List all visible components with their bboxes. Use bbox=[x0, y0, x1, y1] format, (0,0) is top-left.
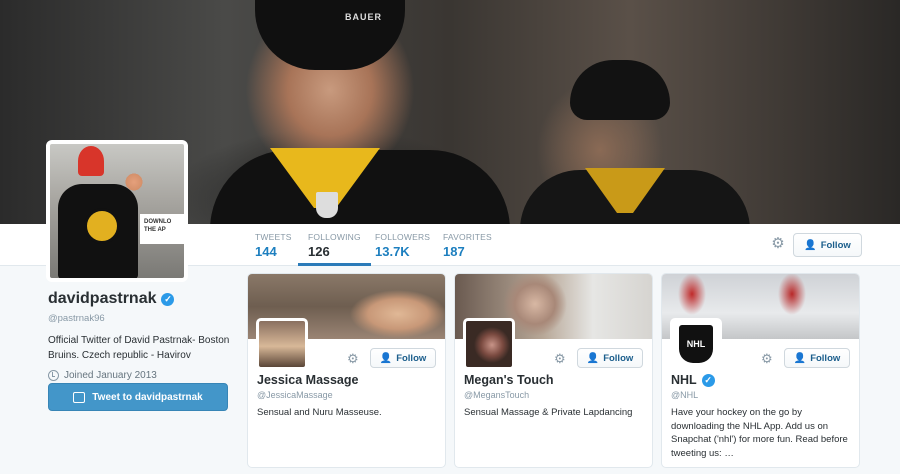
card-name[interactable]: Jessica Massage bbox=[257, 373, 358, 387]
profile-bio: Official Twitter of David Pastrnak- Bost… bbox=[48, 335, 230, 361]
follow-label: Follow bbox=[810, 352, 841, 364]
follow-button[interactable]: 👤 Follow bbox=[784, 348, 850, 368]
profile-name[interactable]: davidpastrnak bbox=[48, 290, 156, 308]
tab-count: 126 bbox=[308, 244, 330, 259]
follow-button[interactable]: 👤 Follow bbox=[793, 233, 862, 257]
tweet-to-button[interactable]: Tweet to davidpastrnak bbox=[48, 383, 228, 411]
gear-icon[interactable]: ⚙ bbox=[554, 351, 566, 367]
profile-info: davidpastrnak ✓ @pastrnak96 Official Twi… bbox=[48, 290, 238, 381]
card-avatar[interactable] bbox=[256, 318, 308, 370]
avatar-hat bbox=[78, 146, 104, 176]
settings-gear-icon[interactable]: ⚙ bbox=[770, 236, 786, 252]
follow-label: Follow bbox=[603, 352, 634, 364]
bruins-logo-icon bbox=[84, 208, 120, 244]
tab-label: FOLLOWERS bbox=[375, 232, 431, 242]
tab-label: FOLLOWING bbox=[308, 232, 361, 242]
card-avatar[interactable] bbox=[463, 318, 515, 370]
card-bio: Have your hockey on the go by downloadin… bbox=[671, 407, 848, 459]
card-bio: Sensual and Nuru Masseuse. bbox=[257, 407, 382, 418]
card-avatar[interactable]: NHL bbox=[670, 318, 722, 370]
nhl-logo-icon: NHL bbox=[679, 325, 713, 363]
add-user-icon: 👤 bbox=[804, 239, 817, 251]
profile-handle[interactable]: @pastrnak96 bbox=[48, 313, 238, 324]
add-user-icon: 👤 bbox=[586, 352, 600, 364]
helmet-brand-text: BAUER bbox=[345, 12, 383, 22]
tab-count: 144 bbox=[255, 244, 277, 259]
profile-avatar[interactable]: DOWNLO THE AP bbox=[46, 140, 188, 282]
tab-label: FAVORITES bbox=[443, 232, 492, 242]
clock-icon bbox=[48, 370, 59, 381]
gear-icon[interactable]: ⚙ bbox=[761, 351, 773, 367]
follow-button[interactable]: 👤 Follow bbox=[370, 348, 436, 368]
avatar-background-sign: DOWNLO THE AP bbox=[140, 214, 184, 244]
nhl-crest-icon bbox=[316, 192, 338, 218]
card-handle[interactable]: @JessicaMassage bbox=[257, 390, 333, 400]
tab-favorites[interactable]: FAVORITES 187 bbox=[443, 232, 492, 259]
background-player-helmet bbox=[570, 60, 670, 120]
add-user-icon: 👤 bbox=[793, 352, 807, 364]
tab-tweets[interactable]: TWEETS 144 bbox=[255, 232, 292, 259]
joined-date: Joined January 2013 bbox=[64, 370, 157, 381]
verified-badge-icon: ✓ bbox=[701, 373, 715, 387]
user-card[interactable]: NHL ⚙ 👤 Follow NHL ✓ @NHL Have your hock… bbox=[661, 273, 860, 468]
follow-label: Follow bbox=[396, 352, 427, 364]
card-handle[interactable]: @MegansTouch bbox=[464, 390, 529, 400]
tab-count: 13.7K bbox=[375, 244, 410, 259]
follow-button[interactable]: 👤 Follow bbox=[577, 348, 643, 368]
card-bio: Sensual Massage & Private Lapdancing bbox=[464, 407, 633, 418]
gear-icon[interactable]: ⚙ bbox=[347, 351, 359, 367]
card-handle[interactable]: @NHL bbox=[671, 390, 698, 400]
verified-badge-icon: ✓ bbox=[161, 292, 175, 306]
tab-count: 187 bbox=[443, 244, 465, 259]
user-card[interactable]: ⚙ 👤 Follow Jessica Massage @JessicaMassa… bbox=[247, 273, 446, 468]
tab-label: TWEETS bbox=[255, 232, 292, 242]
user-card[interactable]: ⚙ 👤 Follow Megan's Touch @MegansTouch Se… bbox=[454, 273, 653, 468]
player-helmet bbox=[255, 0, 405, 70]
tweet-to-label: Tweet to davidpastrnak bbox=[92, 391, 203, 403]
card-name[interactable]: NHL bbox=[671, 373, 697, 387]
follow-label: Follow bbox=[820, 239, 851, 251]
tab-following[interactable]: FOLLOWING 126 bbox=[298, 232, 371, 266]
compose-icon bbox=[73, 391, 86, 403]
add-user-icon: 👤 bbox=[379, 352, 393, 364]
card-name[interactable]: Megan's Touch bbox=[464, 373, 554, 387]
tab-followers[interactable]: FOLLOWERS 13.7K bbox=[375, 232, 430, 259]
